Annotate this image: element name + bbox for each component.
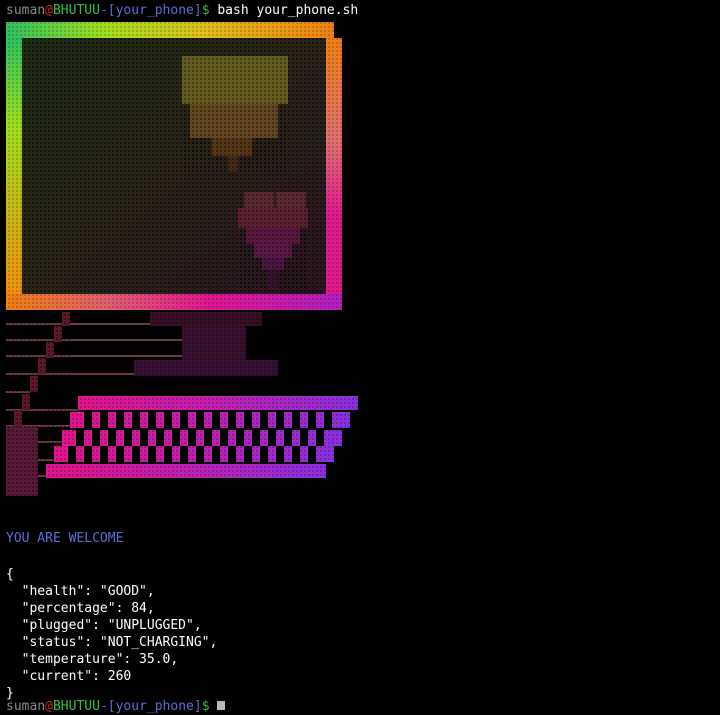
cup-icon <box>182 56 288 172</box>
prompt-dir-open: -[ <box>99 3 116 18</box>
heart-icon <box>238 192 308 290</box>
battery-json-output: { "health": "GOOD", "percentage": 84, "p… <box>6 566 217 702</box>
next-prompt-dir: your_phone <box>115 699 194 714</box>
prompt-at: @ <box>45 3 53 18</box>
json-line-percentage: "percentage": 84, <box>6 601 155 616</box>
next-prompt-line[interactable]: suman@BHUTUU-[your_phone]$ <box>6 698 226 715</box>
prompt-command: bash your_phone.sh <box>209 3 359 18</box>
json-open-brace: { <box>6 567 14 582</box>
welcome-message: YOU ARE WELCOME <box>6 531 124 546</box>
json-line-plugged: "plugged": "UNPLUGGED", <box>6 618 202 633</box>
computer-ascii-art <box>6 22 358 496</box>
next-prompt-dollar: $ <box>201 699 210 714</box>
json-line-temperature: "temperature": 35.0, <box>6 652 179 667</box>
prompt-dir: your_phone <box>115 3 194 18</box>
command-prompt-line: suman@BHUTUU-[your_phone]$ bash your_pho… <box>6 2 358 19</box>
json-line-current: "current": 260 <box>6 669 132 684</box>
terminal-window: suman@BHUTUU-[your_phone]$ bash your_pho… <box>0 0 720 714</box>
prompt-host: BHUTUU <box>52 3 100 18</box>
next-prompt-dir-open: -[ <box>99 699 116 714</box>
next-prompt-at: @ <box>45 699 53 714</box>
next-prompt-user: suman <box>6 699 46 714</box>
json-line-health: "health": "GOOD", <box>6 584 155 599</box>
prompt-dollar: $ <box>201 3 210 18</box>
keyboard-icon <box>46 396 358 478</box>
json-line-status: "status": "NOT_CHARGING", <box>6 635 218 650</box>
next-prompt-dir-close: ] <box>193 699 202 714</box>
prompt-dir-close: ] <box>193 3 202 18</box>
monitor-stand <box>134 312 278 376</box>
next-prompt-host: BHUTUU <box>52 699 100 714</box>
prompt-user: suman <box>6 3 46 18</box>
